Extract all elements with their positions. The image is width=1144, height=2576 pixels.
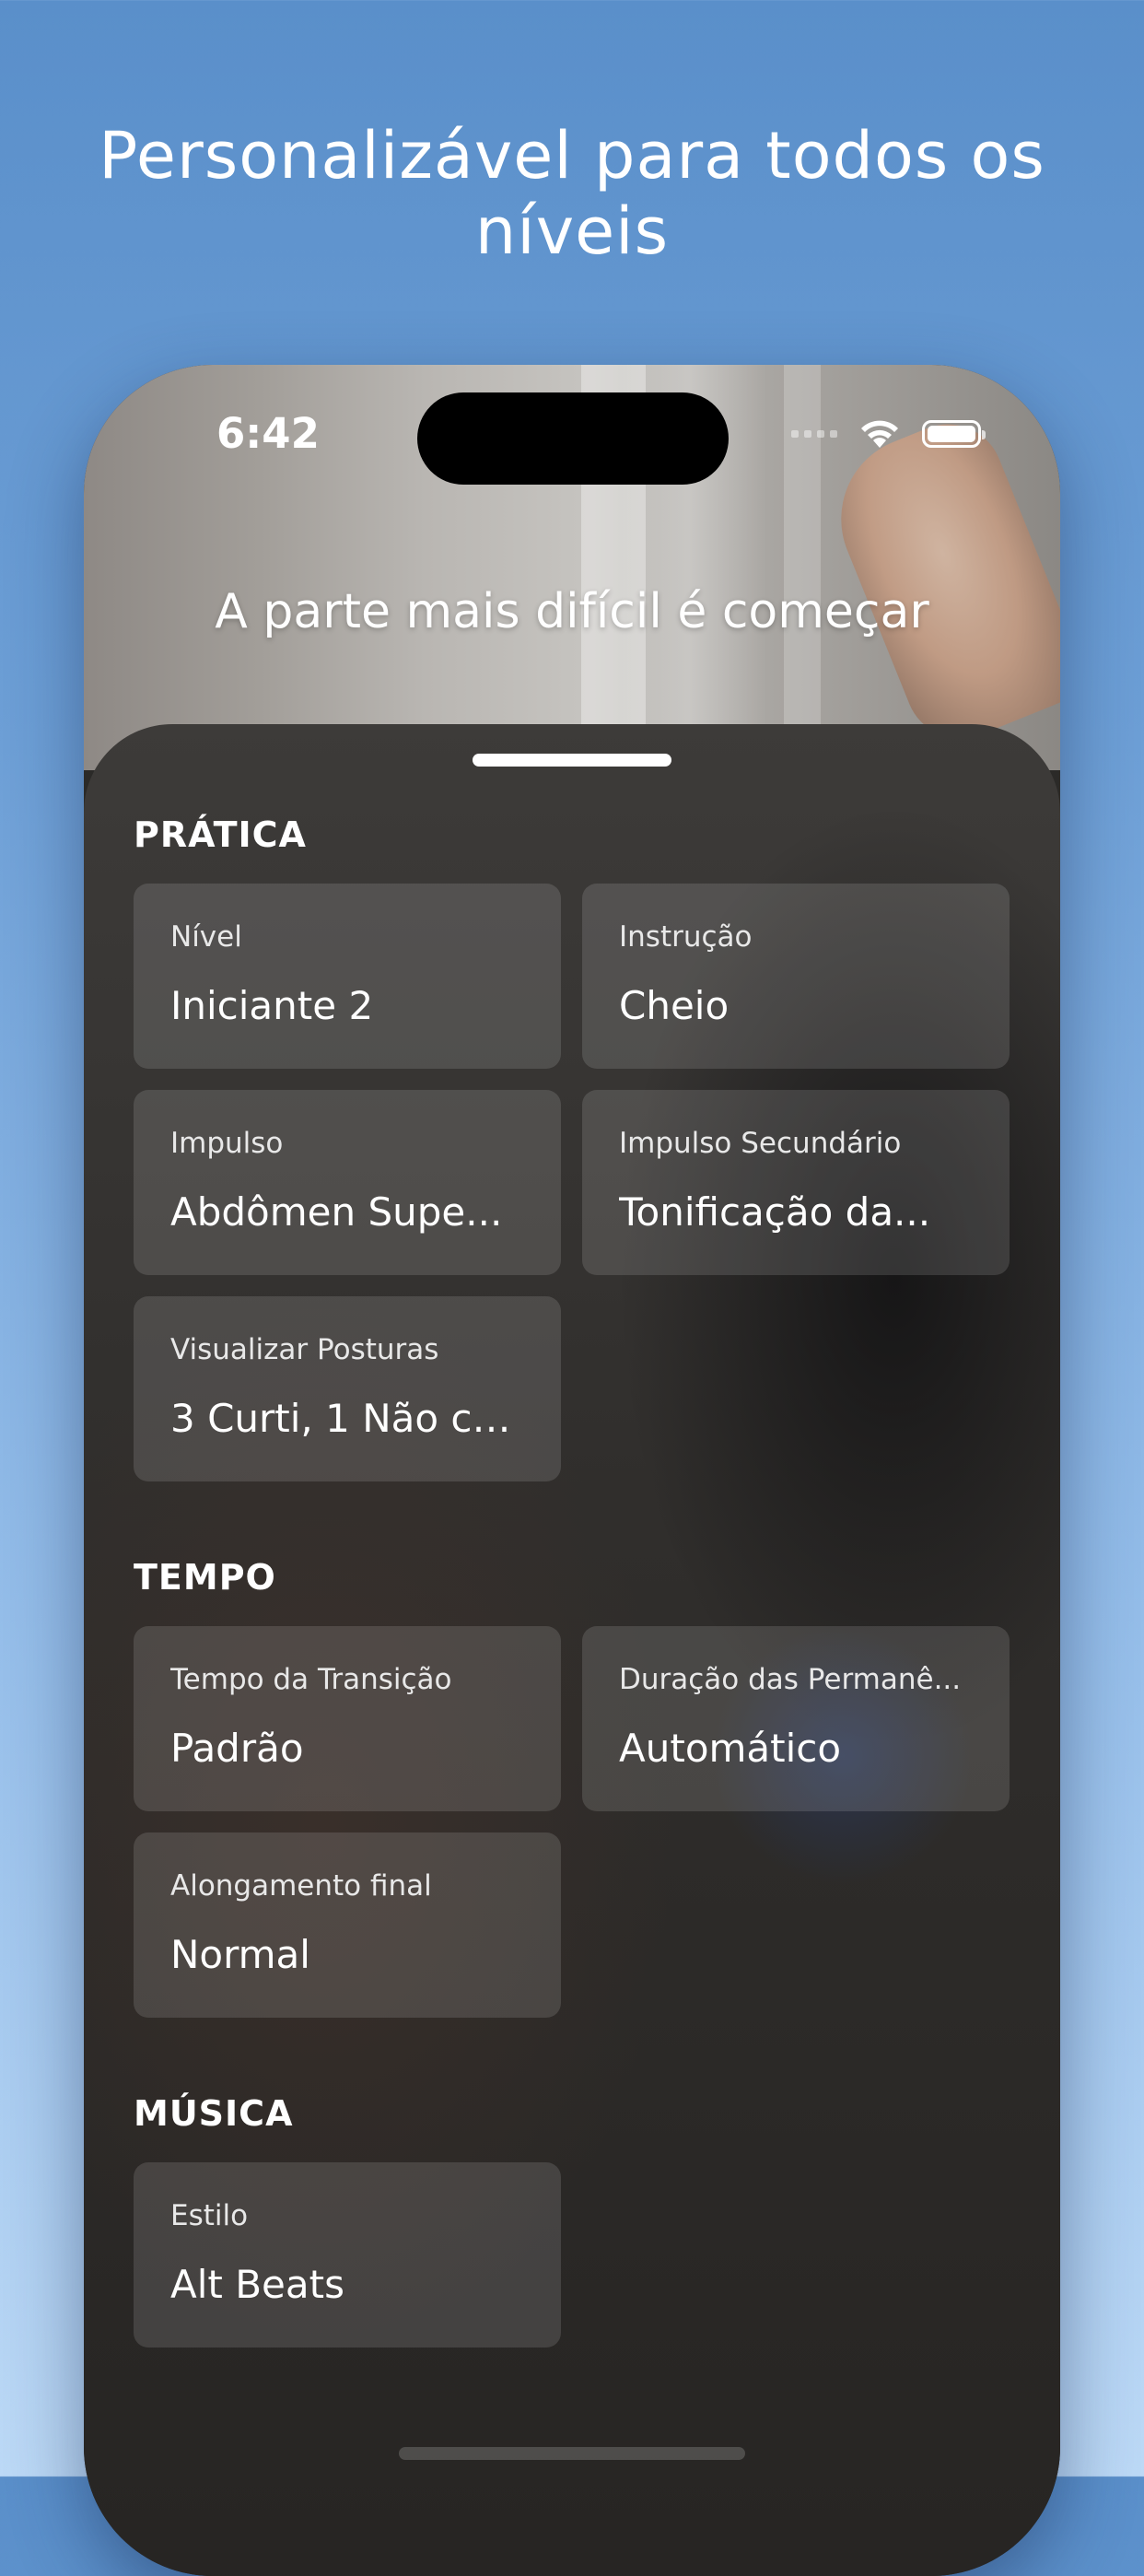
card-impulso[interactable]: Impulso Abdômen Supe... xyxy=(134,1090,561,1275)
section-title-pratica: PRÁTICA xyxy=(134,814,307,855)
dynamic-island xyxy=(417,392,729,485)
card-alongamento-final[interactable]: Alongamento final Normal xyxy=(134,1832,561,2018)
home-indicator xyxy=(399,2447,745,2460)
cellular-signal-icon xyxy=(791,430,837,438)
card-label: Estilo xyxy=(170,2199,249,2232)
card-value: Padrão xyxy=(170,1726,304,1771)
card-impulso-secundario[interactable]: Impulso Secundário Tonificação da... xyxy=(582,1090,1010,1275)
sheet-grabber[interactable] xyxy=(473,754,671,767)
headline: Personalizável para todos os níveis xyxy=(99,118,1045,269)
card-label: Tempo da Transição xyxy=(170,1663,452,1696)
card-label: Impulso xyxy=(170,1127,284,1160)
card-label: Visualizar Posturas xyxy=(170,1333,439,1366)
phone-frame: 6:42 A parte mais difícil é começar PRÁT… xyxy=(84,365,1060,2576)
settings-sheet: PRÁTICA Nível Iniciante 2 Instrução Chei… xyxy=(84,724,1060,2576)
card-label: Duração das Permanê... xyxy=(619,1663,962,1696)
tagline: A parte mais difícil é começar xyxy=(215,584,929,639)
card-value: 3 Curti, 1 Não cu... xyxy=(170,1396,524,1441)
card-value: Cheio xyxy=(619,983,730,1028)
card-value: Iniciante 2 xyxy=(170,983,374,1028)
card-visualizar-posturas[interactable]: Visualizar Posturas 3 Curti, 1 Não cu... xyxy=(134,1296,561,1481)
card-value: Abdômen Supe... xyxy=(170,1189,503,1235)
card-nivel[interactable]: Nível Iniciante 2 xyxy=(134,884,561,1069)
section-title-tempo: TEMPO xyxy=(134,1557,276,1598)
status-time: 6:42 xyxy=(216,409,320,458)
status-icons xyxy=(791,418,986,450)
card-value: Alt Beats xyxy=(170,2262,344,2307)
card-label: Alongamento final xyxy=(170,1869,432,1903)
wifi-icon xyxy=(861,420,898,448)
card-label: Impulso Secundário xyxy=(619,1127,902,1160)
card-instrucao[interactable]: Instrução Cheio xyxy=(582,884,1010,1069)
battery-icon xyxy=(922,420,986,448)
card-label: Nível xyxy=(170,920,242,954)
card-label: Instrução xyxy=(619,920,753,954)
card-value: Tonificação da... xyxy=(619,1189,931,1235)
section-title-musica: MÚSICA xyxy=(134,2093,294,2134)
card-value: Automático xyxy=(619,1726,842,1771)
card-value: Normal xyxy=(170,1932,310,1977)
card-estilo[interactable]: Estilo Alt Beats xyxy=(134,2162,561,2348)
card-duracao-permanencias[interactable]: Duração das Permanê... Automático xyxy=(582,1626,1010,1811)
card-tempo-transicao[interactable]: Tempo da Transição Padrão xyxy=(134,1626,561,1811)
